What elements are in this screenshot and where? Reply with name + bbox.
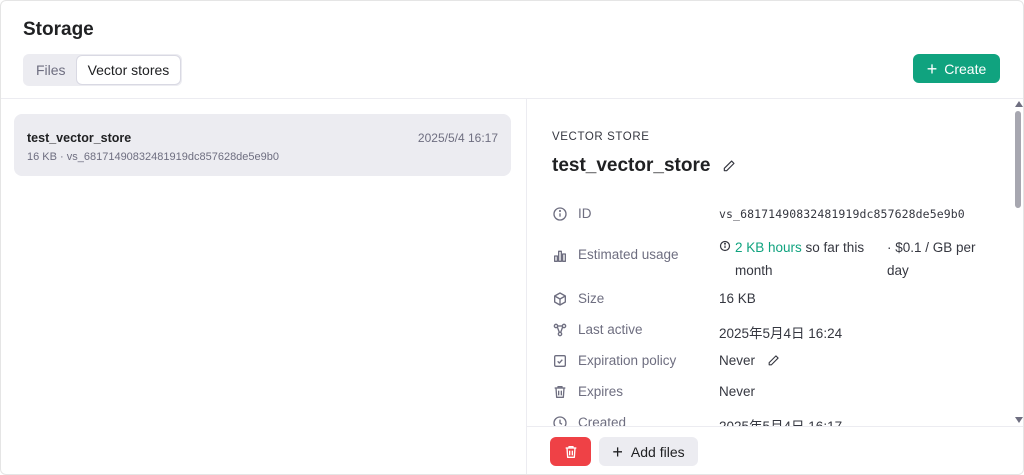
row-value: 2025年5月4日 16:17 (719, 415, 842, 426)
trash-icon (552, 384, 568, 400)
row-value: 16 KB (719, 291, 756, 306)
cube-icon (552, 291, 568, 307)
scroll-down-icon[interactable] (1015, 417, 1023, 423)
vector-store-detail: VECTOR STORE test_vector_store ID vs_681… (527, 99, 1023, 426)
usage-text: 2 KB hours so far this month (735, 236, 887, 282)
row-id: ID vs_68171490832481919dc857628de5e9b0 (552, 206, 1002, 222)
detail-title-text: test_vector_store (552, 155, 711, 176)
row-label: ID (578, 206, 592, 221)
vector-store-list: test_vector_store 2025/5/4 16:17 16 KB ·… (1, 99, 526, 474)
list-item[interactable]: test_vector_store 2025/5/4 16:17 16 KB ·… (14, 114, 511, 176)
row-label: Last active (578, 322, 643, 337)
tab-vector-stores[interactable]: Vector stores (76, 56, 181, 84)
add-files-button[interactable]: + Add files (599, 437, 698, 466)
row-label: Created (578, 415, 627, 426)
plus-icon: + (926, 58, 938, 79)
clock-icon (552, 415, 568, 426)
detail-title: test_vector_store (552, 155, 736, 177)
row-label: Estimated usage (578, 247, 679, 262)
detail-scrollbar[interactable] (1013, 99, 1023, 426)
row-usage: Estimated usage 2 KB hours so far this m… (552, 236, 1002, 282)
row-value: Never (719, 353, 780, 368)
page-title: Storage (23, 19, 94, 40)
row-last-active: Last active 2025年5月4日 16:24 (552, 322, 1002, 342)
usage-hours: 2 KB hours (735, 240, 802, 255)
pencil-icon[interactable] (767, 354, 780, 367)
info-icon (552, 206, 568, 222)
usage-value: 2 KB hours so far this month · $0.1 / GB… (719, 236, 989, 282)
detail-footer: + Add files (527, 426, 1023, 474)
nodes-icon (552, 322, 568, 338)
expiration-value: Never (719, 353, 756, 368)
app-frame: Storage Files Vector stores + Create tes… (0, 0, 1024, 475)
row-value: 2025年5月4日 16:24 (719, 326, 843, 341)
scroll-up-icon[interactable] (1015, 101, 1023, 107)
row-size: Size 16 KB (552, 291, 1002, 307)
usage-price: · $0.1 / GB per day (887, 240, 976, 278)
row-label: Size (578, 291, 605, 306)
section-label: VECTOR STORE (552, 131, 650, 143)
tab-files[interactable]: Files (25, 56, 77, 84)
store-name: test_vector_store (27, 131, 132, 145)
scroll-thumb[interactable] (1015, 111, 1021, 208)
pencil-icon[interactable] (722, 159, 736, 173)
add-files-label: Add files (630, 443, 685, 460)
usage-main: 2 KB hours so far this month (719, 236, 887, 282)
plus-icon: + (612, 441, 623, 462)
row-expires: Expires Never (552, 384, 1002, 400)
trash-icon (563, 444, 579, 460)
store-date: 2025/5/4 16:17 (417, 131, 498, 145)
info-icon[interactable] (719, 240, 731, 252)
row-label: Expiration policy (578, 353, 677, 368)
row-value: Never (719, 384, 756, 399)
calendar-check-icon (552, 353, 568, 369)
row-created: Created 2025年5月4日 16:17 (552, 415, 1002, 426)
create-button[interactable]: + Create (913, 54, 1000, 83)
delete-button[interactable] (550, 437, 591, 466)
storage-tabs: Files Vector stores (23, 54, 183, 86)
bar-chart-icon (552, 248, 568, 264)
create-button-label: Create (944, 60, 987, 77)
row-value: vs_68171490832481919dc857628de5e9b0 (719, 207, 965, 221)
row-label: Expires (578, 384, 624, 399)
row-expiration-policy: Expiration policy Never (552, 353, 1002, 369)
store-meta: 16 KB · vs_68171490832481919dc857628de5e… (27, 151, 280, 163)
